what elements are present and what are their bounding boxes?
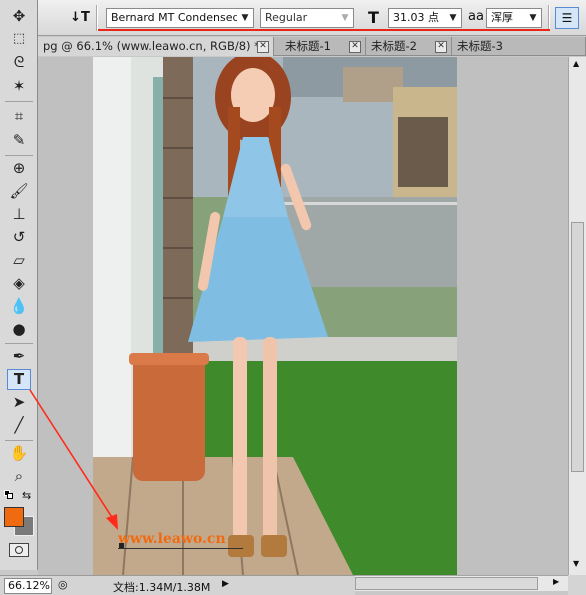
chevron-down-icon: ▼ [525, 9, 541, 27]
zoom-icon[interactable]: ⌕ [7, 466, 31, 487]
font-style-select[interactable]: Regular ▼ [260, 8, 354, 28]
brush-icon[interactable]: 🖌 [7, 181, 31, 202]
tab-label: 未标题-3 [457, 39, 503, 53]
text-orientation-icon[interactable]: ↓T [70, 8, 90, 28]
anti-alias-value: 浑厚 [491, 11, 513, 24]
clone-stamp-icon[interactable]: ⊥ [7, 204, 31, 225]
tab-untitled-2[interactable]: 未标题-2 ✕ [366, 37, 452, 56]
healing-brush-icon[interactable]: ⊕ [7, 158, 31, 179]
lasso-icon[interactable]: ᘓ [7, 52, 31, 73]
photo-illustration [93, 57, 457, 575]
magic-wand-icon[interactable]: ✶ [7, 76, 31, 97]
swap-colors-icon[interactable]: ⇆ [22, 489, 31, 502]
type-icon[interactable]: T [7, 369, 31, 390]
anti-alias-select[interactable]: 浑厚 ▼ [486, 8, 542, 28]
document-tabs: pg @ 66.1% (www.leawo.cn, RGB/8) * ✕ 未标题… [38, 37, 586, 56]
tab-untitled-3[interactable]: 未标题-3 [452, 37, 586, 56]
font-family-select[interactable]: Bernard MT Condensed ▼ [106, 8, 254, 28]
move-icon[interactable]: ✥ [7, 6, 31, 27]
text-layer-bounds[interactable]: www.leawo.cn [118, 531, 243, 549]
anti-alias-label: aa [468, 9, 484, 24]
tab-label: pg @ 66.1% (www.leawo.cn, RGB/8) * [43, 39, 260, 53]
default-colors-icon[interactable] [4, 490, 14, 500]
options-bar: ↓T Bernard MT Condensed ▼ Regular ▼ T 31… [38, 0, 586, 36]
eraser-icon[interactable]: ▱ [7, 250, 31, 271]
blur-icon[interactable]: 💧 [7, 296, 31, 317]
document-canvas[interactable]: www.leawo.cn [38, 57, 568, 575]
chevron-down-icon: ▼ [237, 9, 253, 27]
close-icon[interactable]: ✕ [435, 41, 447, 53]
path-selection-icon[interactable]: ➤ [7, 392, 31, 413]
font-size-value: 31.03 点 [393, 11, 439, 24]
status-bar: 66.12% ◎ 文档:1.34M/1.38M ▶ [0, 575, 355, 595]
scroll-right-icon[interactable]: ▶ [553, 577, 559, 586]
align-left-icon[interactable]: ☰ [555, 7, 579, 29]
close-icon[interactable]: ✕ [349, 41, 361, 53]
eyedropper-icon[interactable]: ✎ [7, 130, 31, 151]
tab-label: 未标题-2 [371, 39, 417, 53]
photo-image [93, 57, 457, 575]
history-brush-icon[interactable]: ↺ [7, 227, 31, 248]
tab-untitled-1[interactable]: 未标题-1 ✕ [280, 37, 366, 56]
foreground-color-swatch[interactable] [4, 507, 24, 527]
vertical-scroll-thumb[interactable] [571, 222, 584, 472]
vertical-scrollbar[interactable]: ▲ ▼ [568, 57, 586, 575]
horizontal-scrollbar[interactable]: ▶ [355, 575, 568, 591]
status-menu-icon[interactable]: ◎ [58, 578, 70, 592]
horizontal-scroll-thumb[interactable] [355, 577, 538, 590]
tab-label: 未标题-1 [285, 39, 331, 53]
marquee-icon[interactable]: ⬚ [7, 28, 31, 49]
tab-document[interactable]: pg @ 66.1% (www.leawo.cn, RGB/8) * ✕ [38, 37, 274, 56]
quick-mask-icon[interactable] [9, 543, 29, 557]
scroll-corner [568, 575, 586, 595]
text-anchor [119, 543, 124, 548]
font-size-icon: T [368, 8, 379, 27]
document-size: 文档:1.34M/1.38M [113, 581, 211, 594]
scroll-down-icon[interactable]: ▼ [573, 559, 579, 568]
status-arrow-icon[interactable]: ▶ [222, 579, 229, 589]
text-layer-content: www.leawo.cn [118, 531, 226, 547]
chevron-down-icon: ▼ [337, 9, 353, 27]
annotation-underline [98, 29, 550, 31]
toolbox: ✥ ⬚ ᘓ ✶ ⌗ ✎ ⊕ 🖌 ⊥ ↺ ▱ ◈ 💧 ● ✒ T ➤ ╱ ✋ ⌕ … [0, 0, 38, 570]
font-size-select[interactable]: 31.03 点 ▼ [388, 8, 462, 28]
crop-icon[interactable]: ⌗ [7, 106, 31, 127]
zoom-field[interactable]: 66.12% [4, 578, 52, 594]
scroll-up-icon[interactable]: ▲ [573, 59, 579, 68]
close-icon[interactable]: ✕ [257, 41, 269, 53]
line-icon[interactable]: ╱ [7, 415, 31, 436]
font-style-value: Regular [265, 11, 308, 24]
font-family-value: Bernard MT Condensed [111, 11, 240, 24]
hand-icon[interactable]: ✋ [7, 443, 31, 464]
pen-icon[interactable]: ✒ [7, 346, 31, 367]
paint-bucket-icon[interactable]: ◈ [7, 273, 31, 294]
dodge-icon[interactable]: ● [7, 319, 31, 340]
chevron-down-icon: ▼ [445, 9, 461, 27]
